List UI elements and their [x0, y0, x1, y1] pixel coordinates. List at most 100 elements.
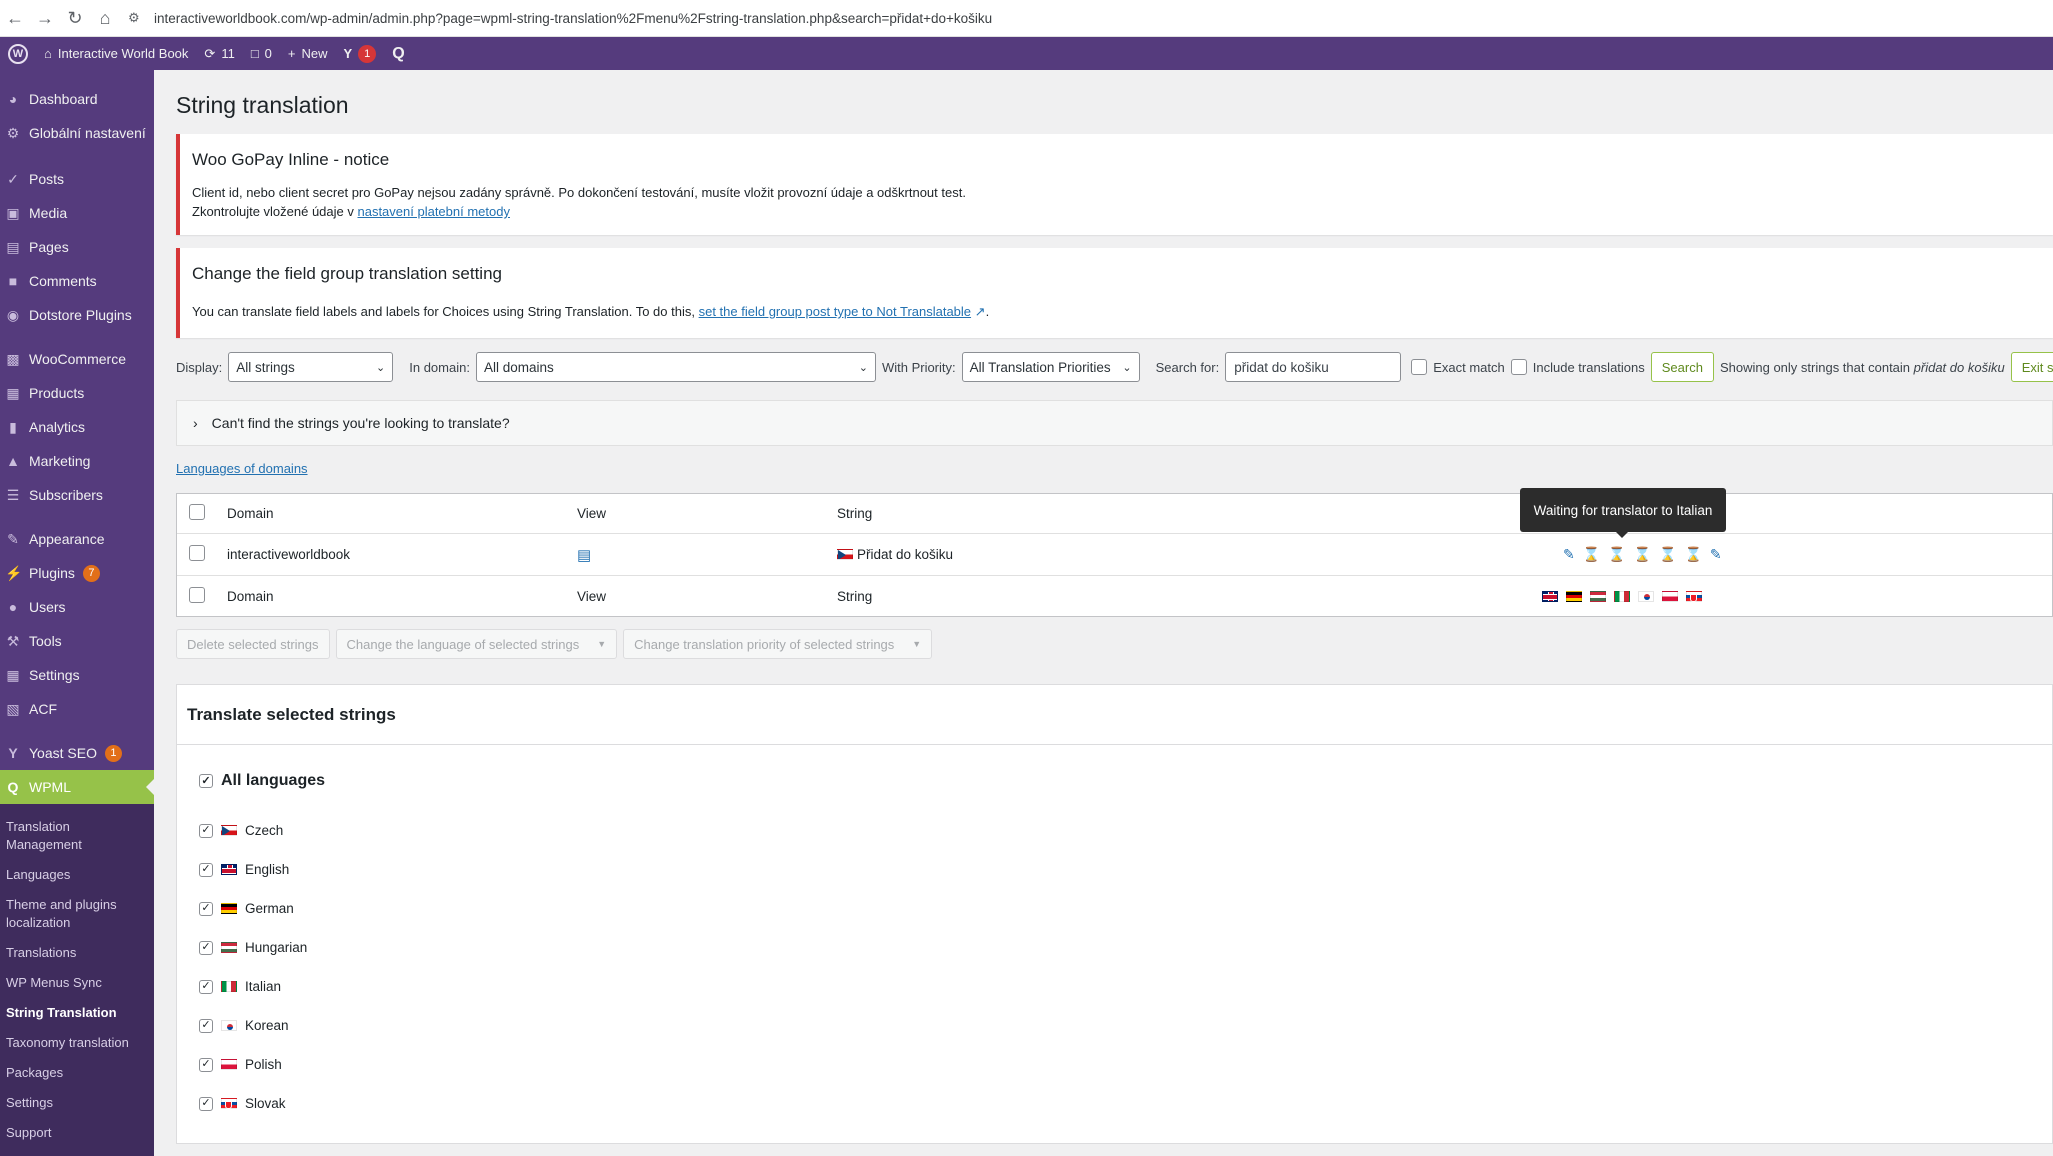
languages-of-domains-link[interactable]: Languages of domains — [176, 461, 308, 476]
menu-global-settings[interactable]: ⚙ Globální nastavení — [0, 116, 154, 150]
delete-selected-button[interactable]: Delete selected strings — [176, 629, 330, 659]
priority-select[interactable]: All Translation Priorities ⌄ — [961, 352, 1140, 382]
domain-select[interactable]: All domains ⌄ — [475, 352, 876, 382]
submenu-packages[interactable]: Packages — [0, 1058, 154, 1088]
menu-plugins[interactable]: ⚡ Plugins 7 — [0, 556, 154, 590]
menu-subscribers[interactable]: ☰ Subscribers — [0, 478, 154, 512]
italian-checkbox[interactable]: ✓ — [199, 979, 213, 994]
korean-flag-icon — [1638, 590, 1654, 602]
submenu-languages[interactable]: Languages — [0, 860, 154, 890]
german-checkbox[interactable]: ✓ — [199, 901, 213, 916]
exact-match-label: Exact match — [1433, 359, 1505, 375]
list-icon: ☰ — [6, 486, 20, 503]
menu-settings[interactable]: ▦ Settings — [0, 658, 154, 692]
submenu-wp-menus-sync[interactable]: WP Menus Sync — [0, 968, 154, 998]
menu-analytics[interactable]: ▮ Analytics — [0, 410, 154, 444]
menu-marketing[interactable]: ▲ Marketing — [0, 444, 154, 478]
menu-users[interactable]: ● Users — [0, 590, 154, 624]
select-all-checkbox-footer[interactable] — [189, 586, 205, 603]
edit-pencil-icon[interactable]: ✎ — [1710, 546, 1722, 563]
include-translations-checkbox[interactable] — [1510, 359, 1527, 375]
menu-appearance[interactable]: ✎ Appearance — [0, 522, 154, 556]
menu-tools[interactable]: ⚒ Tools — [0, 624, 154, 658]
reload-icon[interactable]: ↻ — [60, 8, 90, 29]
exit-search-button[interactable]: Exit search — [2010, 352, 2053, 382]
menu-yoast-seo[interactable]: Y Yoast SEO 1 — [0, 736, 154, 770]
new-content-link[interactable]: + New — [280, 37, 336, 70]
grid-icon: ▧ — [6, 700, 20, 717]
view-page-icon[interactable]: ▤ — [577, 547, 591, 564]
edit-pencil-icon[interactable]: ✎ — [1563, 546, 1575, 563]
submenu-theme-plugins-localization[interactable]: Theme and plugins localization — [0, 890, 154, 938]
menu-products[interactable]: ▦ Products — [0, 376, 154, 410]
cant-find-strings-toggle[interactable]: › Can't find the strings you're looking … — [176, 400, 2053, 446]
slovak-checkbox[interactable]: ✓ — [199, 1096, 213, 1111]
menu-media[interactable]: ▣ Media — [0, 196, 154, 230]
plugins-badge: 7 — [82, 564, 100, 582]
submenu-translations[interactable]: Translations — [0, 938, 154, 968]
site-settings-icon[interactable]: ⚙ — [128, 10, 150, 26]
submenu-settings[interactable]: Settings — [0, 1088, 154, 1118]
page-title: String translation — [176, 92, 349, 118]
exact-match-checkbox[interactable] — [1411, 359, 1428, 375]
user-icon: ● — [8, 599, 18, 615]
language-flags-footer — [1542, 576, 1702, 616]
hourglass-icon[interactable]: ⌛ — [1659, 546, 1676, 563]
back-icon[interactable]: ← — [0, 8, 30, 29]
forward-icon[interactable]: → — [30, 8, 60, 29]
menu-dotstore-plugins[interactable]: ◉ Dotstore Plugins — [0, 298, 154, 332]
search-button[interactable]: Search — [1650, 352, 1714, 382]
address-bar[interactable]: interactiveworldbook.com/wp-admin/admin.… — [154, 11, 992, 26]
not-translatable-link[interactable]: set the field group post type to Not Tra… — [699, 304, 971, 319]
select-all-checkbox[interactable] — [189, 504, 205, 520]
submenu-taxonomy-translation[interactable]: Taxonomy translation — [0, 1028, 154, 1058]
dropdown-arrow-icon: ▼ — [597, 639, 607, 649]
updates-link[interactable]: ⟳ 11 — [196, 37, 242, 70]
menu-pages[interactable]: ▤ Pages — [0, 230, 154, 264]
polish-checkbox[interactable]: ✓ — [199, 1057, 213, 1072]
change-priority-select[interactable]: Change translation priority of selected … — [623, 629, 933, 659]
menu-comments[interactable]: ■ Comments — [0, 264, 154, 298]
submenu-translation-management[interactable]: Translation Management — [0, 812, 154, 860]
admin-bar: W ⌂ Interactive World Book ⟳ 11 □ 0 + New Y1… — [0, 37, 2053, 70]
wpml-menu[interactable]: Q — [384, 37, 412, 70]
row-checkbox[interactable] — [189, 545, 205, 561]
all-languages-checkbox[interactable]: ✓ — [199, 774, 213, 788]
hourglass-icon[interactable]: ⌛ — [1634, 546, 1651, 563]
menu-wpml[interactable]: Q WPML — [0, 770, 154, 804]
menu-woocommerce[interactable]: ▩ WooCommerce — [0, 342, 154, 376]
czech-checkbox[interactable]: ✓ — [199, 823, 213, 838]
hungarian-checkbox[interactable]: ✓ — [199, 940, 213, 955]
string-header: String — [837, 506, 873, 521]
wordpress-logo[interactable]: W — [0, 37, 36, 70]
menu-posts[interactable]: ✓ Posts — [0, 162, 154, 196]
plus-icon: + — [287, 46, 296, 61]
submenu-string-translation[interactable]: String Translation — [0, 998, 154, 1028]
display-select[interactable]: All strings ⌄ — [228, 352, 394, 382]
gear-icon: ⚙ — [6, 124, 20, 141]
comments-link[interactable]: □ 0 — [243, 37, 280, 70]
submenu-support[interactable]: Support — [0, 1118, 154, 1148]
hourglass-icon[interactable]: ⌛ — [1684, 546, 1701, 563]
chevron-down-icon: ⌄ — [858, 361, 868, 374]
english-checkbox[interactable]: ✓ — [199, 862, 213, 877]
language-row-italian: ✓ Italian — [199, 979, 281, 994]
language-row-slovak: ✓ Slovak — [199, 1096, 286, 1111]
hourglass-icon[interactable]: ⌛ — [1608, 546, 1625, 563]
search-input[interactable]: přidat do košiku — [1225, 352, 1402, 382]
home-icon[interactable]: ⌂ — [90, 8, 120, 29]
menu-acf[interactable]: ▧ ACF — [0, 692, 154, 726]
payment-settings-link[interactable]: nastavení platební metody — [357, 204, 510, 219]
site-name-link[interactable]: ⌂ Interactive World Book — [36, 37, 196, 70]
menu-dashboard[interactable]: ◕ Dashboard — [0, 82, 154, 116]
hourglass-icon[interactable]: ⌛ — [1583, 546, 1600, 563]
change-language-select[interactable]: Change the language of selected strings ▼ — [335, 629, 618, 659]
translation-status-icons: ✎ ⌛ ⌛ ⌛ ⌛ ⌛ ✎ — [1563, 534, 1722, 574]
megaphone-icon: ▲ — [6, 453, 20, 469]
korean-checkbox[interactable]: ✓ — [199, 1018, 213, 1033]
chevron-down-icon: ⌄ — [376, 361, 386, 374]
string-footer: String — [837, 588, 873, 604]
yoast-menu[interactable]: Y1 — [336, 37, 385, 70]
filters-bar: Display: All strings ⌄ In domain: All dom… — [176, 352, 2053, 382]
notice-text-2: Zkontrolujte vložené údaje v nastavení p… — [192, 204, 510, 219]
